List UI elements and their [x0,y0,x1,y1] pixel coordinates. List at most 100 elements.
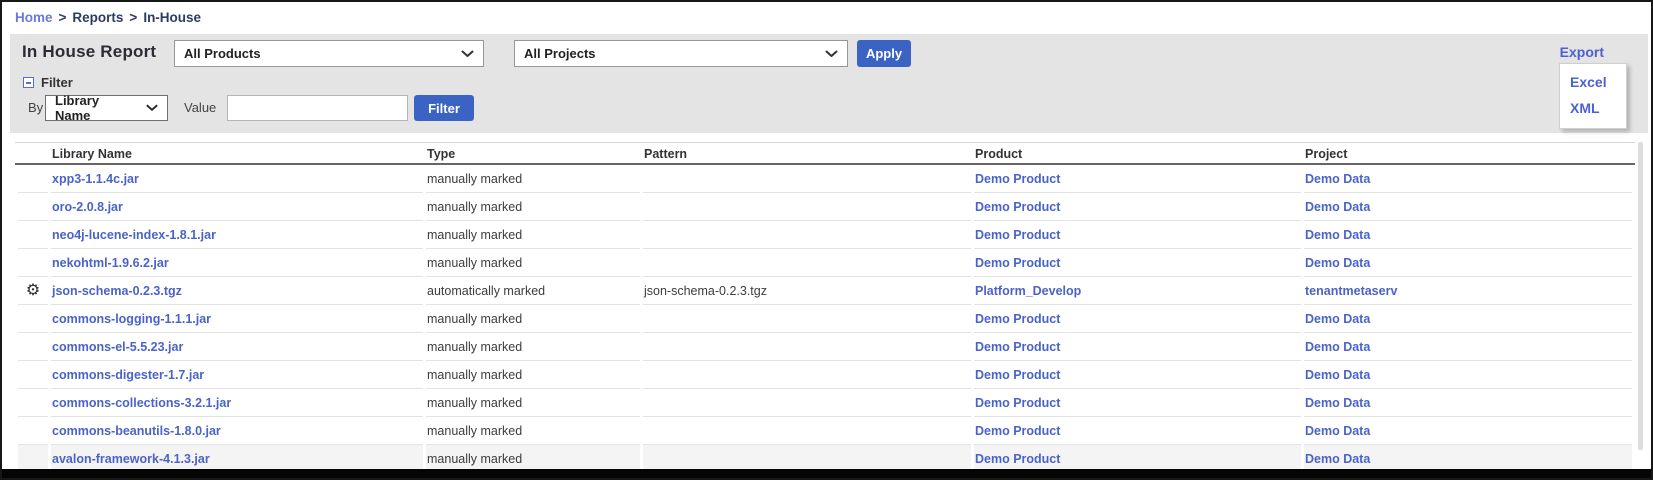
product-link[interactable]: Demo Product [975,452,1060,466]
project-link[interactable]: Demo Data [1305,256,1370,270]
table-header-row: Library Name Type Pattern Product Projec… [18,143,1632,165]
filter-value-input[interactable] [227,95,408,121]
window-bottom-edge [2,469,1651,478]
apply-button[interactable]: Apply [857,40,911,67]
type-text: manually marked [427,452,522,466]
filter-section-header: Filter [23,75,73,90]
product-link[interactable]: Demo Product [975,312,1060,326]
filter-button[interactable]: Filter [414,95,474,121]
pattern-cell [643,165,971,193]
export-menu-item-xml[interactable]: XML [1560,95,1626,121]
project-link[interactable]: tenantmetaserv [1305,284,1397,298]
pattern-cell: json-schema-0.2.3.tgz [643,277,971,305]
project-cell: Demo Data [1304,249,1632,277]
project-cell: Demo Data [1304,361,1632,389]
type-text: manually marked [427,340,522,354]
library-name-cell: commons-collections-3.2.1.jar [51,389,423,417]
library-name-link[interactable]: avalon-framework-4.1.3.jar [52,452,210,466]
report-toolbar: In House Report All Products All Project… [10,34,1648,133]
project-link[interactable]: Demo Data [1305,228,1370,242]
export-menu-item-excel[interactable]: Excel [1560,69,1626,95]
project-cell: Demo Data [1304,221,1632,249]
product-cell: Demo Product [974,333,1301,361]
product-filter-select[interactable]: All Products [174,40,484,67]
project-cell: Demo Data [1304,193,1632,221]
library-name-link[interactable]: nekohtml-1.9.6.2.jar [52,256,169,270]
breadcrumb-reports: Reports [72,10,123,25]
type-cell: automatically marked [426,277,640,305]
type-text: automatically marked [427,284,545,298]
library-name-cell: commons-beanutils-1.8.0.jar [51,417,423,445]
library-name-link[interactable]: neo4j-lucene-index-1.8.1.jar [52,228,216,242]
table-row: xpp3-1.1.4c.jar manually marked Demo Produ… [18,165,1632,193]
product-link[interactable]: Platform_Develop [975,284,1081,298]
chevron-down-icon [461,50,474,58]
table-row: oro-2.0.8.jar manually marked Demo Product… [18,193,1632,221]
product-link[interactable]: Demo Product [975,368,1060,382]
project-link[interactable]: Demo Data [1305,200,1370,214]
table-row: nekohtml-1.9.6.2.jarmanually markedDemo … [18,249,1632,277]
library-name-link[interactable]: commons-beanutils-1.8.0.jar [52,424,221,438]
breadcrumb-home-link[interactable]: Home [15,10,53,25]
column-header-project: Project [1304,143,1632,165]
library-name-link[interactable]: commons-collections-3.2.1.jar [52,396,231,410]
collapse-minus-icon[interactable] [23,77,34,88]
export-link[interactable]: Export [1560,44,1604,60]
vertical-scrollbar[interactable] [1638,142,1643,450]
product-link[interactable]: Demo Product [975,256,1060,270]
product-link[interactable]: Demo Product [975,172,1060,186]
project-filter-select[interactable]: All Projects [514,40,848,67]
table-row: commons-logging-1.1.1.jar manually marked… [18,305,1632,333]
pattern-cell [643,221,971,249]
library-name-cell: commons-logging-1.1.1.jar [51,305,423,333]
product-link[interactable]: Demo Product [975,228,1060,242]
row-icon-cell [18,249,48,277]
project-cell: Demo Data [1304,333,1632,361]
product-cell: Demo Product [974,193,1301,221]
table-header-rule [15,163,1635,165]
product-filter-value: All Products [184,46,261,61]
type-cell: manually marked [426,305,640,333]
filter-section-label: Filter [41,75,73,90]
export-menu: Excel XML [1559,63,1627,129]
project-link[interactable]: Demo Data [1305,424,1370,438]
product-cell: Platform_Develop [974,277,1301,305]
chevron-down-icon [146,104,158,112]
library-name-link[interactable]: commons-el-5.5.23.jar [52,340,183,354]
report-table: Library Name Type Pattern Product Projec… [15,143,1635,473]
product-cell: Demo Product [974,305,1301,333]
type-text: manually marked [427,396,522,410]
row-icon-cell [18,221,48,249]
gear-icon[interactable]: ⚙ [26,282,40,299]
report-table-body: xpp3-1.1.4c.jar manually marked Demo Produ… [18,165,1632,473]
type-text: manually marked [427,200,522,214]
filter-by-select[interactable]: Library Name [45,95,168,121]
pattern-cell [643,249,971,277]
project-link[interactable]: Demo Data [1305,396,1370,410]
breadcrumb-separator: > [129,10,137,25]
project-link[interactable]: Demo Data [1305,368,1370,382]
product-link[interactable]: Demo Product [975,200,1060,214]
product-link[interactable]: Demo Product [975,340,1060,354]
library-name-link[interactable]: commons-logging-1.1.1.jar [52,312,211,326]
product-link[interactable]: Demo Product [975,396,1060,410]
pattern-text: json-schema-0.2.3.tgz [644,284,767,298]
project-link[interactable]: Demo Data [1305,340,1370,354]
library-name-link[interactable]: json-schema-0.2.3.tgz [52,284,182,298]
column-header-library-name: Library Name [51,143,423,165]
type-text: manually marked [427,228,522,242]
table-row: commons-digester-1.7.jarmanually markedD… [18,361,1632,389]
product-link[interactable]: Demo Product [975,424,1060,438]
project-link[interactable]: Demo Data [1305,312,1370,326]
type-cell: manually marked [426,333,640,361]
project-filter-value: All Projects [524,46,596,61]
project-link[interactable]: Demo Data [1305,172,1370,186]
project-cell: Demo Data [1304,305,1632,333]
library-name-link[interactable]: commons-digester-1.7.jar [52,368,204,382]
project-cell: Demo Data [1304,165,1632,193]
library-name-link[interactable]: xpp3-1.1.4c.jar [52,172,139,186]
project-link[interactable]: Demo Data [1305,452,1370,466]
type-text: manually marked [427,172,522,186]
library-name-link[interactable]: oro-2.0.8.jar [52,200,123,214]
breadcrumb: Home>Reports>In-House [15,10,201,25]
